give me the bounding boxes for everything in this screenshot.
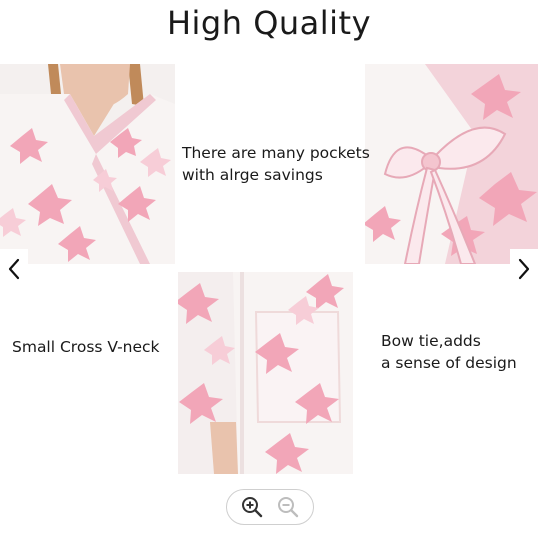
bow-caption-line1: Bow tie,adds: [381, 332, 481, 350]
zoom-out-icon[interactable]: [276, 495, 300, 519]
previous-image-button[interactable]: [0, 249, 28, 289]
neck-caption: Small Cross V-neck: [12, 338, 160, 356]
page-title: High Quality: [166, 4, 372, 42]
chevron-right-icon: [518, 258, 530, 280]
zoom-controls: [226, 489, 314, 525]
neck-closeup-photo: [0, 64, 175, 264]
zoom-in-icon[interactable]: [240, 495, 264, 519]
pockets-caption-line2: with alrge savings: [182, 166, 323, 184]
chevron-left-icon: [8, 258, 20, 280]
pocket-closeup-photo: [178, 272, 353, 474]
pockets-caption: There are many pockets with alrge saving…: [182, 142, 370, 186]
bow-caption: Bow tie,adds a sense of design: [381, 330, 517, 374]
pockets-caption-line1: There are many pockets: [182, 144, 370, 162]
bow-caption-line2: a sense of design: [381, 354, 517, 372]
bow-closeup-photo: [365, 64, 538, 264]
next-image-button[interactable]: [510, 249, 538, 289]
